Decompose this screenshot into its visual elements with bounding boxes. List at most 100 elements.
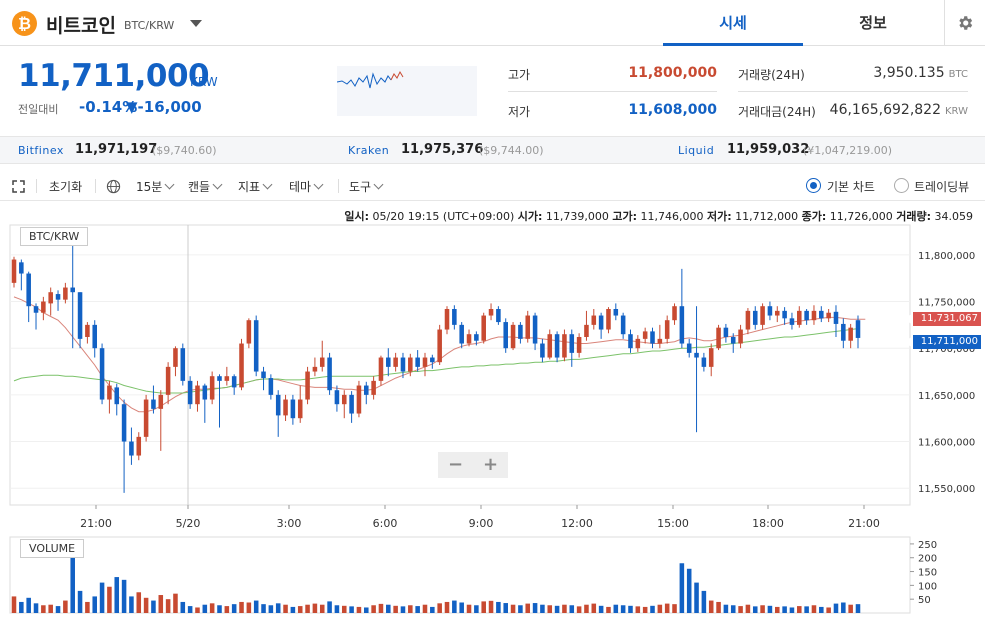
theme-select[interactable]: 테마	[289, 178, 324, 195]
candle-body	[540, 343, 545, 358]
indicator-select[interactable]: 지표	[238, 178, 273, 195]
tab-info[interactable]: 정보	[803, 0, 943, 46]
volume-bar	[811, 605, 817, 613]
vol-tick-label: 200	[918, 554, 937, 565]
volume-bar	[19, 601, 24, 613]
volume-bar	[452, 600, 457, 613]
volume-bar	[496, 601, 501, 613]
volume-bar	[195, 607, 200, 613]
last-price-tag: 11,711,000	[906, 334, 981, 349]
candle-body	[129, 441, 134, 456]
volume-bar	[723, 604, 729, 613]
chevron-down-icon	[313, 179, 324, 190]
volume-bar	[151, 600, 156, 613]
volume-bar	[444, 601, 450, 613]
candle-body	[349, 394, 354, 414]
candle-select[interactable]: 캔들	[188, 178, 223, 195]
candle-body	[173, 348, 178, 367]
volume-bar	[598, 605, 604, 613]
toolbar-divider	[95, 179, 96, 193]
volume-bar	[774, 606, 780, 613]
reset-button[interactable]: 초기화	[49, 178, 82, 195]
candle-body	[657, 338, 663, 344]
candle-body	[26, 273, 31, 307]
candle-body	[114, 387, 120, 405]
amount-value: 46,165,692,822 KRW	[829, 102, 968, 118]
volume-bar	[613, 604, 619, 613]
volume-bar	[48, 604, 53, 613]
interval-select[interactable]: 15분	[136, 178, 175, 195]
tradingview-label[interactable]: 트레이딩뷰	[914, 178, 969, 195]
volume-bar	[672, 604, 677, 613]
exchange-price-bar: Bitfinex 11,971,197 ($9,740.60) Kraken 1…	[0, 136, 985, 164]
basic-chart-label[interactable]: 기본 차트	[827, 178, 875, 195]
volume-bar	[136, 592, 142, 613]
toolbar-divider	[338, 179, 339, 193]
volume-bar	[679, 563, 685, 613]
y-tick-label: 11,650,000	[918, 391, 975, 402]
globe-icon[interactable]	[106, 179, 121, 194]
volume-bar	[569, 605, 575, 613]
candle-body	[55, 294, 61, 300]
candle-body	[826, 312, 831, 319]
volume-bar	[745, 604, 751, 613]
volume-bar	[11, 596, 17, 613]
zoom-in-button[interactable]: +	[473, 452, 508, 478]
settings-button[interactable]	[944, 0, 985, 46]
candle-body	[187, 380, 193, 405]
candle-body	[77, 292, 83, 339]
volume-bar	[26, 597, 31, 613]
candle-body	[686, 343, 692, 353]
volume-bar	[356, 606, 362, 613]
zoom-out-button[interactable]: −	[438, 452, 473, 478]
coin-select-chevron-down-icon[interactable]	[190, 20, 202, 27]
candle-body	[848, 327, 853, 341]
volume-bar	[855, 604, 861, 613]
volume-bar	[819, 606, 824, 613]
candle-body	[386, 357, 391, 367]
expand-icon[interactable]	[12, 180, 25, 193]
candle-body	[422, 357, 428, 367]
candle-body	[224, 376, 230, 381]
volume-bar	[92, 596, 98, 613]
candle-body	[327, 357, 332, 391]
volume-bar	[848, 604, 853, 613]
exchange-name-kraken: Kraken	[348, 144, 390, 157]
volume-bar	[532, 603, 538, 613]
tab-price[interactable]: 시세	[663, 0, 803, 46]
candle-body	[202, 385, 208, 400]
low-value: 11,608,000	[628, 102, 717, 118]
candle-body	[811, 310, 817, 321]
candle-body	[774, 310, 780, 316]
volume-bar	[297, 606, 303, 613]
volume-label: VOLUME	[20, 539, 85, 558]
candle-body	[855, 320, 861, 338]
volume-bar	[584, 604, 589, 613]
candle-body	[99, 348, 105, 400]
volume-bar	[209, 603, 215, 613]
candle-body	[591, 315, 597, 325]
volume-label: 거래량(24H)	[738, 68, 805, 82]
volume-bar	[99, 582, 105, 613]
tool-select[interactable]: 도구	[349, 178, 384, 195]
bitcoin-logo-icon: ₿	[12, 11, 37, 36]
candlestick-chart[interactable]: 11,800,00011,750,00011,700,00011,650,000…	[0, 222, 985, 532]
volume-bar	[239, 601, 244, 613]
x-tick-label: 9:00	[469, 517, 494, 530]
x-tick-label: 21:00	[848, 517, 880, 530]
basic-chart-radio[interactable]	[806, 178, 821, 193]
exchange-sub-bitfinex: ($9,740.60)	[152, 144, 217, 157]
candle-body	[364, 385, 369, 395]
volume-bar	[305, 604, 310, 613]
candle-body	[312, 366, 318, 372]
candle-body	[231, 376, 237, 388]
candle-body	[19, 262, 24, 274]
volume-bar	[730, 605, 736, 613]
tradingview-radio[interactable]	[894, 178, 909, 193]
volume-unit: BTC	[948, 69, 968, 80]
sparkline-svg	[336, 70, 404, 89]
exchange-price-bitfinex: 11,971,197	[75, 142, 158, 157]
vol-tick-label: 150	[918, 568, 937, 579]
y-tick-label: 11,600,000	[918, 438, 975, 449]
candle-body	[789, 318, 795, 325]
